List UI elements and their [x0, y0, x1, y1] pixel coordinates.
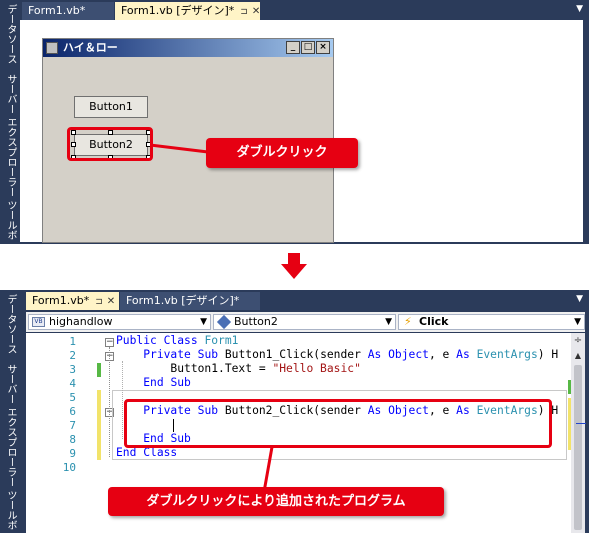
- identifier: Button1_Click(sender: [224, 348, 361, 361]
- class-name-dropdown[interactable]: VB highandlow ▼: [28, 314, 211, 330]
- pin-icon[interactable]: ⊐: [95, 297, 103, 307]
- split-icon[interactable]: ÷: [572, 335, 584, 347]
- chevron-down-icon: ▼: [200, 317, 207, 327]
- sidebar-server-explorer-tab[interactable]: サーバー エクスプローラー: [0, 74, 20, 197]
- collapse-icon[interactable]: −: [105, 338, 114, 347]
- tab-form1-design[interactable]: Form1.vb [デザイン]* ⊐ ✕: [115, 2, 260, 20]
- scroll-up-icon[interactable]: ▲: [572, 350, 584, 362]
- tab-label: Form1.vb [デザイン]*: [121, 4, 235, 17]
- line-number: 7: [69, 419, 76, 432]
- line-number: 9: [69, 447, 76, 460]
- form-titlebar: ハイ＆ロー _ □ ×: [43, 39, 333, 57]
- line-number-gutter: 1 2 3 4 5 6 7 8 9 10: [26, 333, 78, 533]
- code-line-4: End Sub: [116, 376, 191, 390]
- form-icon: [46, 42, 58, 54]
- navigation-bar: VB highandlow ▼ Button2 ▼ ⚡ Click ▼: [26, 312, 585, 332]
- event-value: Click: [419, 315, 449, 328]
- line-number: 3: [69, 363, 76, 376]
- keyword: Class: [163, 334, 198, 347]
- form-title-text: ハイ＆ロー: [63, 41, 118, 54]
- close-icon[interactable]: ✕: [252, 6, 260, 17]
- chevron-down-icon: ▼: [574, 317, 581, 327]
- line-number: 1: [69, 335, 76, 348]
- identifier: , e: [428, 348, 450, 361]
- tab-dropdown-icon[interactable]: ▼: [576, 294, 583, 304]
- tab-form1-code[interactable]: Form1.vb*: [22, 2, 114, 20]
- string-literal: "Hello Basic": [272, 362, 361, 375]
- vb-class-icon: VB: [32, 317, 45, 327]
- lightning-icon: ⚡: [404, 315, 412, 328]
- statement: Button1.Text =: [170, 362, 273, 375]
- tab-label: Form1.vb*: [28, 4, 86, 17]
- code-line-1: Public Class Form1: [116, 334, 238, 348]
- down-arrow-icon: [281, 253, 307, 279]
- identifier: ) H: [537, 348, 559, 361]
- code-line-3: Button1.Text = "Hello Basic": [116, 362, 361, 376]
- scrollbar-thumb[interactable]: [574, 365, 582, 530]
- code-line-2: Private Sub Button1_Click(sender As Obje…: [116, 348, 558, 362]
- sidebar-server-explorer-tab[interactable]: サーバー エクスプローラー: [0, 364, 20, 487]
- code-line-9: End Class: [116, 446, 177, 460]
- type-name: EventArgs: [476, 348, 538, 361]
- scroll-marker-green: [568, 380, 571, 394]
- line-number: 5: [69, 391, 76, 404]
- line-number: 10: [62, 461, 76, 474]
- close-button[interactable]: ×: [316, 41, 330, 54]
- tab-label: Form1.vb*: [32, 294, 90, 307]
- object-dropdown[interactable]: Button2 ▼: [213, 314, 396, 330]
- tab-form1-design[interactable]: Form1.vb [デザイン]*: [120, 292, 260, 310]
- keyword: End: [143, 376, 164, 389]
- saved-change-marker: [97, 363, 101, 377]
- sidebar-toolbox-tab[interactable]: ツールボ: [0, 200, 20, 240]
- document-tabbar: Form1.vb* ⊐ ✕ Form1.vb [デザイン]* ▼: [24, 290, 589, 312]
- callout-connector: [150, 143, 209, 154]
- tab-form1-code[interactable]: Form1.vb* ⊐ ✕: [26, 292, 119, 310]
- tab-dropdown-icon[interactable]: ▼: [576, 4, 583, 14]
- line-number: 4: [69, 377, 76, 390]
- keyword: As: [456, 348, 470, 361]
- sidebar-datasource-tab[interactable]: データソース: [0, 294, 20, 354]
- vertical-scrollbar[interactable]: ÷ ▲: [571, 333, 585, 533]
- added-code-callout: ダブルクリックにより追加されたプログラム: [108, 487, 444, 516]
- sidebar-datasource-tab[interactable]: データソース: [0, 4, 20, 64]
- scroll-marker-yellow: [568, 398, 571, 450]
- line-number: 6: [69, 405, 76, 418]
- tool-sidebar: データソース サーバー エクスプローラー ツールボ: [0, 0, 20, 244]
- tab-label: Form1.vb [デザイン]*: [126, 294, 240, 307]
- keyword: Sub: [197, 348, 219, 361]
- unsaved-change-marker: [97, 390, 101, 460]
- class-name-value: highandlow: [49, 315, 113, 328]
- keyword: As: [367, 348, 382, 361]
- double-click-callout: ダブルクリック: [206, 138, 358, 168]
- object-value: Button2: [234, 315, 278, 328]
- keyword: Object: [388, 348, 429, 361]
- close-icon[interactable]: ✕: [107, 296, 115, 307]
- line-number: 2: [69, 349, 76, 362]
- minimize-button[interactable]: _: [286, 41, 300, 54]
- fold-guide: [109, 347, 111, 457]
- sidebar-toolbox-tab[interactable]: ツールボ: [0, 490, 20, 530]
- designer-window: データソース サーバー エクスプローラー ツールボ Form1.vb* Form…: [0, 0, 589, 244]
- added-code-highlight: [124, 399, 552, 448]
- keyword: Private: [143, 348, 191, 361]
- line-number: 8: [69, 433, 76, 446]
- document-tabbar: Form1.vb* Form1.vb [デザイン]* ⊐ ✕ ▼: [20, 0, 589, 20]
- maximize-button[interactable]: □: [301, 41, 315, 54]
- button2-highlight: [67, 127, 153, 161]
- keyword: Sub: [170, 376, 191, 389]
- event-dropdown[interactable]: ⚡ Click ▼: [398, 314, 585, 330]
- object-icon: [216, 314, 232, 330]
- class-name: Form1: [204, 334, 239, 347]
- pin-icon[interactable]: ⊐: [240, 7, 248, 17]
- scroll-position-marker: [576, 423, 586, 424]
- tool-sidebar: データソース サーバー エクスプローラー ツールボ: [0, 290, 22, 533]
- keyword: Public: [116, 334, 157, 347]
- chevron-down-icon: ▼: [385, 317, 392, 327]
- button1[interactable]: Button1: [74, 96, 148, 118]
